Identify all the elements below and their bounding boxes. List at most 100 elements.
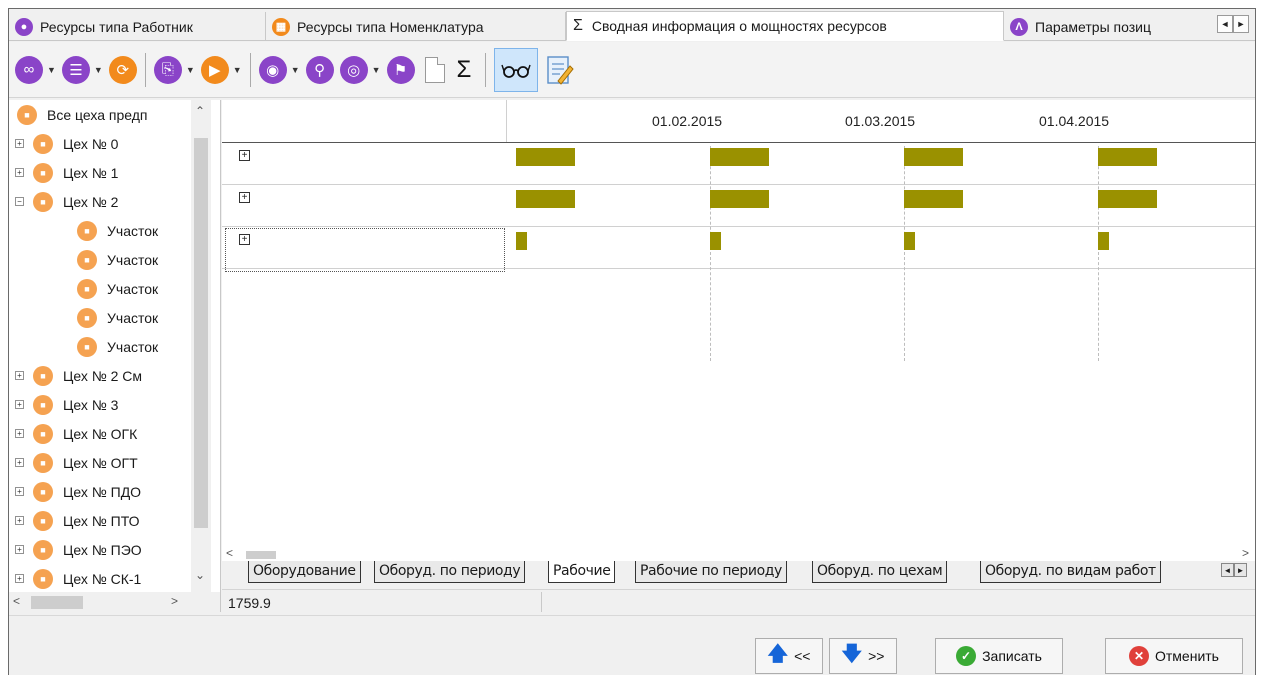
- capacity-bar[interactable]: [904, 190, 963, 208]
- scroll-left-icon[interactable]: <: [226, 546, 233, 560]
- expand-icon[interactable]: +: [15, 545, 24, 554]
- tree-item-label: Цех № ПТО: [63, 512, 140, 529]
- tree-item-label: Цех № 3: [63, 396, 119, 413]
- expand-icon[interactable]: +: [15, 429, 24, 438]
- scroll-right-icon[interactable]: >: [171, 594, 178, 608]
- tree-item-workshop[interactable]: + ■ Цех № ОГТ: [15, 448, 138, 477]
- run-button[interactable]: ▶ ▼: [200, 55, 242, 84]
- capacity-bar[interactable]: [710, 232, 721, 250]
- tree-item-section[interactable]: ■ Участок: [77, 216, 158, 245]
- timeline-date-label: 01.03.2015: [845, 113, 916, 129]
- search-button[interactable]: ⚲: [305, 55, 334, 84]
- print-button[interactable]: ⎘ ▼: [153, 55, 195, 84]
- capacity-bar[interactable]: [710, 148, 769, 166]
- tree-item-workshop[interactable]: − ■ Цех № 2: [15, 187, 118, 216]
- scroll-up-icon[interactable]: ⌃: [195, 104, 205, 118]
- expand-icon[interactable]: +: [15, 371, 24, 380]
- new-document-button[interactable]: [424, 56, 445, 83]
- collapse-icon[interactable]: −: [15, 197, 24, 206]
- chevron-down-icon[interactable]: ▼: [186, 65, 195, 75]
- sheet-tab[interactable]: Оборуд. по периоду: [374, 561, 526, 583]
- sum-button[interactable]: Σ: [451, 56, 478, 84]
- scroll-down-icon[interactable]: ⌄: [195, 568, 205, 582]
- capacity-bar[interactable]: [1098, 190, 1157, 208]
- capacity-bar[interactable]: [516, 148, 575, 166]
- chevron-down-icon[interactable]: ▼: [94, 65, 103, 75]
- capacity-bar[interactable]: [904, 148, 963, 166]
- capacity-bar[interactable]: [1098, 232, 1109, 250]
- chevron-down-icon[interactable]: ▼: [47, 65, 56, 75]
- capacity-bar[interactable]: [516, 232, 527, 250]
- sheet-prev-button[interactable]: ◄: [1221, 563, 1234, 577]
- expand-icon[interactable]: +: [15, 139, 24, 148]
- tab-capacity-summary[interactable]: Σ Сводная информация о мощностях ресурсо…: [566, 11, 1004, 41]
- expand-icon[interactable]: +: [15, 574, 24, 583]
- sheet-tab[interactable]: Оборуд. по видам работ: [980, 561, 1161, 583]
- timeline-date-label: 01.02.2015: [652, 113, 723, 129]
- row-expand-icon[interactable]: +: [239, 234, 250, 245]
- tree-item-workshop[interactable]: + ■ Цех № 3: [15, 390, 118, 419]
- flag-button[interactable]: ⚑: [386, 55, 415, 84]
- sheet-next-button[interactable]: ►: [1234, 563, 1247, 577]
- tab-position-parameters[interactable]: Λ Параметры позиц: [1004, 12, 1209, 41]
- row-expand-icon[interactable]: +: [239, 150, 250, 161]
- tree-item-section[interactable]: ■ Участок: [77, 303, 158, 332]
- capacity-bar[interactable]: [904, 232, 915, 250]
- tree-item-section[interactable]: ■ Участок: [77, 274, 158, 303]
- tree-root-all-workshops[interactable]: ■ Все цеха предп: [17, 100, 147, 129]
- tree-item-workshop[interactable]: + ■ Цех № ОГК: [15, 419, 137, 448]
- workshop-icon: ■: [33, 162, 53, 183]
- capacity-bar[interactable]: [710, 190, 769, 208]
- refresh-button[interactable]: ⟳: [108, 55, 137, 84]
- tree-item-label: Участок: [107, 251, 159, 268]
- tab-scroll-left-button[interactable]: ◄: [1217, 15, 1233, 33]
- row-expand-icon[interactable]: +: [239, 192, 250, 203]
- tab-nomenclature-resources[interactable]: ▦ Ресурсы типа Номенклатура: [266, 12, 566, 41]
- workshop-icon: ■: [33, 365, 53, 386]
- sheet-tab[interactable]: Оборудование: [248, 561, 361, 583]
- grid-hscroll-thumb[interactable]: [246, 551, 276, 559]
- capacity-bar[interactable]: [516, 190, 575, 208]
- tree-item-section[interactable]: ■ Участок: [77, 245, 158, 274]
- list-button[interactable]: ☰ ▼: [61, 55, 103, 84]
- cancel-button[interactable]: ✕ Отменить: [1105, 638, 1243, 674]
- chevron-down-icon[interactable]: ▼: [291, 65, 300, 75]
- edit-notes-button[interactable]: [544, 52, 576, 88]
- sheet-tab[interactable]: Рабочие по периоду: [635, 561, 787, 583]
- tree-item-workshop[interactable]: + ■ Цех № 1: [15, 158, 118, 187]
- close-icon: ✕: [1129, 646, 1149, 666]
- tab-worker-resources[interactable]: ● Ресурсы типа Работник: [9, 12, 266, 41]
- link-button[interactable]: ∞ ▼: [15, 55, 56, 84]
- chevron-down-icon[interactable]: ▼: [372, 65, 381, 75]
- tab-label: Ресурсы типа Номенклатура: [297, 18, 484, 35]
- expand-icon[interactable]: +: [15, 168, 24, 177]
- capacity-bar[interactable]: [1098, 148, 1157, 166]
- expand-icon[interactable]: +: [15, 400, 24, 409]
- tree-item-workshop[interactable]: + ■ Цех № ПДО: [15, 477, 141, 506]
- globe-button[interactable]: ◎ ▼: [339, 55, 381, 84]
- tree-item-workshop[interactable]: + ■ Цех № 0: [15, 129, 118, 158]
- prev-button[interactable]: 🡅 <<: [755, 638, 823, 674]
- tree-item-workshop[interactable]: + ■ Цех № ПТО: [15, 506, 140, 535]
- tree-item-workshop[interactable]: + ■ Цех № ПЭО: [15, 535, 142, 564]
- expand-icon[interactable]: +: [15, 487, 24, 496]
- tree-horizontal-scrollbar[interactable]: < >: [9, 592, 221, 612]
- tree-scroll-thumb[interactable]: [194, 138, 208, 528]
- tree-item-section[interactable]: ■ Участок: [77, 332, 158, 361]
- tree-hscroll-thumb[interactable]: [31, 596, 83, 609]
- tree-vertical-scrollbar[interactable]: ⌃ ⌄: [191, 100, 211, 596]
- glasses-toggle-button[interactable]: [494, 47, 539, 92]
- chevron-down-icon[interactable]: ▼: [233, 65, 242, 75]
- scroll-left-icon[interactable]: <: [13, 594, 20, 608]
- save-button[interactable]: ✓ Записать: [935, 638, 1063, 674]
- tree-item-workshop[interactable]: + ■ Цех № СК-1: [15, 564, 141, 593]
- sheet-tab[interactable]: Рабочие: [548, 561, 616, 583]
- expand-icon[interactable]: +: [15, 516, 24, 525]
- sheet-tab[interactable]: Оборуд. по цехам: [812, 561, 948, 583]
- tree-item-workshop[interactable]: + ■ Цех № 2 См: [15, 361, 142, 390]
- tab-scroll-right-button[interactable]: ►: [1233, 15, 1249, 33]
- view-button[interactable]: ◉ ▼: [258, 55, 300, 84]
- scroll-right-icon[interactable]: >: [1242, 546, 1249, 560]
- expand-icon[interactable]: +: [15, 458, 24, 467]
- next-button[interactable]: 🡇 >>: [829, 638, 897, 674]
